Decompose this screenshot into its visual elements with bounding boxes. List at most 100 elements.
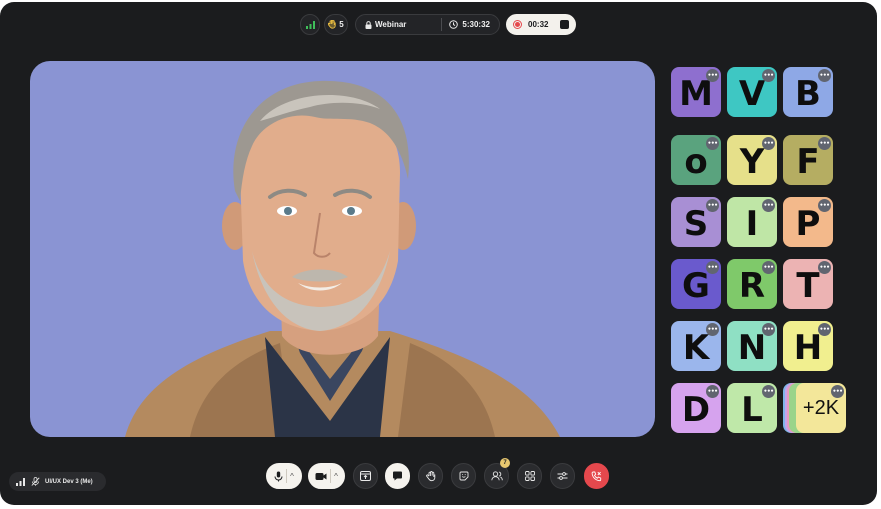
control-separator: [286, 469, 288, 483]
more-participants-tile[interactable]: +2K •••: [796, 383, 846, 433]
sliders-icon: [557, 472, 568, 480]
microphone-control[interactable]: ^: [266, 463, 302, 489]
participant-tile[interactable]: P •••: [783, 197, 833, 247]
participant-tile[interactable]: H •••: [783, 321, 833, 371]
more-options-icon[interactable]: •••: [762, 69, 775, 82]
participant-tile[interactable]: B •••: [783, 67, 833, 117]
participants-count-badge: 7: [500, 458, 510, 468]
people-icon: [490, 471, 503, 481]
more-options-icon[interactable]: •••: [818, 261, 831, 274]
more-options-icon[interactable]: •••: [706, 261, 719, 274]
more-options-icon[interactable]: •••: [762, 199, 775, 212]
participant-avatar-letter: L: [741, 390, 763, 430]
self-name: UI/UX Dev 3 (Me): [45, 478, 93, 485]
participant-avatar-letter: R: [738, 266, 766, 306]
raised-hands-count: 5: [339, 20, 344, 29]
microphone-icon[interactable]: [274, 471, 283, 482]
chat-icon: [393, 471, 402, 481]
participant-tile[interactable]: G •••: [671, 259, 721, 309]
more-options-icon[interactable]: •••: [706, 385, 719, 398]
raise-hand-button[interactable]: [418, 463, 443, 489]
participant-avatar-letter: T: [796, 266, 820, 306]
more-participants-count: +2K: [802, 396, 840, 419]
more-options-icon[interactable]: •••: [706, 199, 719, 212]
lock-icon: [365, 20, 372, 29]
main-speaker-video[interactable]: [30, 61, 655, 437]
more-options-icon[interactable]: •••: [762, 385, 775, 398]
hand-icon: [425, 470, 435, 481]
more-options-icon[interactable]: •••: [818, 137, 831, 150]
settings-button[interactable]: [550, 463, 575, 489]
hand-icon: [328, 20, 336, 29]
more-options-icon[interactable]: •••: [831, 385, 844, 398]
more-options-icon[interactable]: •••: [818, 69, 831, 82]
sticker-smile-icon: [459, 471, 468, 481]
more-options-icon[interactable]: •••: [818, 323, 831, 336]
participant-avatar-letter: o: [684, 142, 708, 182]
participant-tile[interactable]: V •••: [727, 67, 777, 117]
reactions-button[interactable]: [451, 463, 476, 489]
participant-tile[interactable]: F •••: [783, 135, 833, 185]
end-call-phone-icon: [591, 471, 602, 481]
participant-tile[interactable]: I •••: [727, 197, 777, 247]
participant-tile[interactable]: Y •••: [727, 135, 777, 185]
layout-button[interactable]: [517, 463, 542, 489]
room-divider: [441, 18, 443, 31]
participant-avatar-letter: F: [796, 142, 820, 182]
more-options-icon[interactable]: •••: [818, 199, 831, 212]
more-options-icon[interactable]: •••: [762, 323, 775, 336]
mic-muted-icon: [31, 477, 40, 486]
participant-tile[interactable]: D •••: [671, 383, 721, 433]
meeting-timer: 5:30:32: [462, 20, 490, 29]
raised-hands-indicator[interactable]: 5: [324, 14, 348, 35]
speaker-portrait: [125, 80, 560, 437]
more-options-icon[interactable]: •••: [762, 137, 775, 150]
meeting-window: 5 Webinar 5:30:32 00:32 M ••• V ••• B ••…: [0, 2, 877, 505]
participant-tile[interactable]: o •••: [671, 135, 721, 185]
room-info[interactable]: Webinar 5:30:32: [355, 14, 500, 35]
share-screen-icon: [360, 471, 371, 481]
self-view-label: UI/UX Dev 3 (Me): [9, 472, 106, 491]
clock-icon: [449, 20, 459, 29]
top-bar: 5 Webinar 5:30:32 00:32: [0, 14, 877, 36]
participants-button[interactable]: 7: [484, 458, 510, 489]
end-call-button[interactable]: [584, 463, 609, 489]
more-options-icon[interactable]: •••: [762, 261, 775, 274]
participant-avatar-letter: H: [793, 328, 823, 368]
participant-tile[interactable]: T •••: [783, 259, 833, 309]
video-camera-icon[interactable]: [315, 472, 327, 481]
control-separator: [330, 469, 332, 483]
more-options-icon[interactable]: •••: [706, 323, 719, 336]
chat-button[interactable]: [385, 463, 410, 489]
more-options-icon[interactable]: •••: [706, 137, 719, 150]
participant-tile[interactable]: L •••: [727, 383, 777, 433]
participant-avatar-letter: K: [682, 328, 710, 368]
mic-options-chevron-icon[interactable]: ^: [290, 472, 294, 481]
participant-tile[interactable]: N •••: [727, 321, 777, 371]
more-options-icon[interactable]: •••: [706, 69, 719, 82]
signal-strength-icon: [305, 20, 315, 29]
room-name: Webinar: [375, 20, 407, 29]
camera-control[interactable]: ^: [308, 463, 345, 489]
stop-recording-button[interactable]: [560, 20, 569, 29]
record-icon: [513, 20, 522, 29]
grid-layout-icon: [524, 471, 535, 481]
camera-options-chevron-icon[interactable]: ^: [334, 472, 338, 481]
participant-avatar-letter: N: [737, 328, 767, 368]
participant-tile[interactable]: M •••: [671, 67, 721, 117]
recording-timer: 00:32: [528, 20, 549, 29]
participant-avatar-letter: S: [683, 204, 709, 244]
participant-avatar-letter: D: [681, 390, 711, 430]
participant-tile[interactable]: S •••: [671, 197, 721, 247]
participant-tile[interactable]: R •••: [727, 259, 777, 309]
participant-avatar-letter: M: [679, 74, 713, 114]
signal-strength-icon: [16, 477, 25, 486]
participant-avatar-letter: Y: [739, 142, 765, 182]
share-screen-button[interactable]: [353, 463, 378, 489]
participant-avatar-letter: B: [795, 74, 821, 114]
participant-avatar-letter: V: [738, 74, 766, 114]
participant-avatar-letter: P: [795, 204, 821, 244]
participant-avatar-letter: G: [682, 266, 710, 306]
connection-status[interactable]: [300, 14, 320, 35]
participant-tile[interactable]: K •••: [671, 321, 721, 371]
